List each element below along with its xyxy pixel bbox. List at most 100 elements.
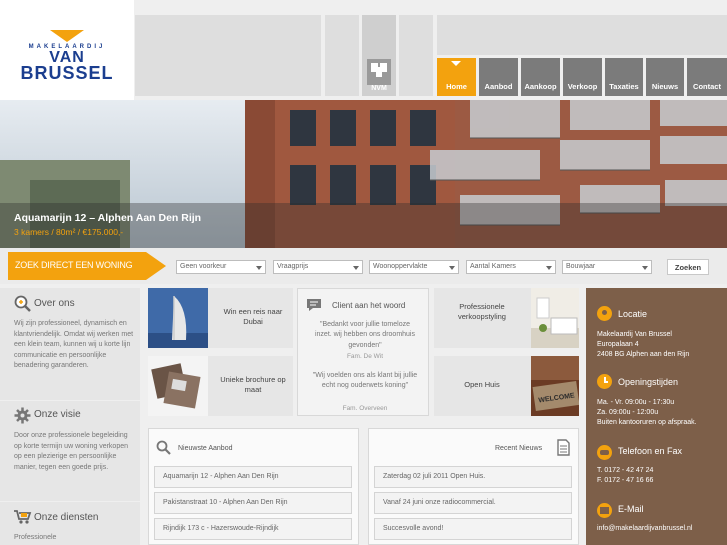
nav-contact-label: Contact <box>693 82 721 91</box>
location-pin-icon <box>597 306 612 321</box>
nav-verkoop-label: Verkoop <box>567 82 598 91</box>
reis-tile[interactable]: Win een reis naar Dubai <box>148 288 293 348</box>
onze-visie-title: Onze visie <box>34 409 81 420</box>
onze-diensten-card: Onze diensten Professionele <box>0 502 140 545</box>
nav-aankoop-label: Aankoop <box>524 82 557 91</box>
styling-label: Professionele verkoopstyling <box>458 302 506 321</box>
magnifier-icon <box>14 295 31 312</box>
search-button[interactable]: Zoeken <box>667 259 709 275</box>
search-year-select[interactable]: Bouwjaar <box>562 260 652 274</box>
client-author-2: Fam. Overveen <box>342 405 388 412</box>
nav-taxaties-label: Taxaties <box>609 82 639 91</box>
search-rooms-value: Aantal Kamers <box>470 263 516 270</box>
clock-icon <box>597 374 612 389</box>
nav-aanbod-label: Aanbod <box>484 82 513 91</box>
nav-active-indicator <box>451 61 461 66</box>
nvm-label: NVM <box>371 85 387 92</box>
nav-aankoop[interactable]: Aankoop <box>521 58 560 96</box>
over-ons-text: Wij zijn professioneel, dynamisch en kla… <box>14 320 134 370</box>
hero-image[interactable]: Aquamarijn 12 – Alphen Aan Den Rijn 3 ka… <box>0 100 727 248</box>
telephone-icon <box>597 445 612 460</box>
speech-bubble-icon <box>307 299 321 311</box>
dubai-hotel-photo <box>148 288 208 348</box>
search-price-value: Vraagprijs <box>277 263 309 270</box>
nav-nieuws-label: Nieuws <box>651 82 679 91</box>
gear-icon <box>14 407 31 424</box>
nav-taxaties[interactable]: Taxaties <box>605 58 643 96</box>
search-heading: ZOEK DIRECT EEN WONING <box>15 260 133 270</box>
over-ons-title: Over ons <box>34 298 75 309</box>
openingstijden-line: Buiten kantooruren op afspraak. <box>597 419 697 426</box>
nav-aanbod[interactable]: Aanbod <box>479 58 518 96</box>
aanbod-item[interactable]: Pakistanstraat 10 - Alphen Aan Den Rijn <box>154 492 352 514</box>
openingstijden-line: Za. 09:00u - 12:00u <box>597 409 659 416</box>
header-banner <box>135 15 321 96</box>
client-quote-1: "Bedankt voor jullie tomeloze inzet. wij… <box>314 321 415 349</box>
nvm-logo-icon <box>367 59 391 85</box>
search-type-value: Geen voorkeur <box>180 263 227 270</box>
search-price-select[interactable]: Vraagprijs <box>273 260 363 274</box>
brochure-label: Unieke brochure op maat <box>220 375 286 394</box>
nav-contact[interactable]: Contact <box>687 58 727 96</box>
reis-label: Win een reis naar Dubai <box>223 307 283 326</box>
nav-verkoop[interactable]: Verkoop <box>563 58 602 96</box>
aanbod-item[interactable]: Aquamarijn 12 - Alphen Aan Den Rijn <box>154 466 352 488</box>
logo-name-line2: BRUSSEL <box>20 63 114 83</box>
client-title: Client aan het woord <box>332 301 406 310</box>
search-year-value: Bouwjaar <box>566 263 596 270</box>
locatie-title: Locatie <box>618 309 648 319</box>
document-icon <box>557 439 570 456</box>
nieuws-item[interactable]: Succesvolle avond! <box>374 518 572 540</box>
logo-roof <box>50 30 84 42</box>
nieuws-title: Recent Nieuws <box>495 445 543 452</box>
styled-interior-photo <box>531 288 579 348</box>
client-author-1: Fam. De Wit <box>346 353 384 360</box>
contact-sidebar: Locatie Makelaardij Van Brussel Europala… <box>586 288 727 545</box>
hero-title: Aquamarijn 12 – Alphen Aan Den Rijn <box>14 212 202 224</box>
header-block-2 <box>399 15 433 96</box>
header-block-3 <box>437 15 727 55</box>
email-title: E-Mail <box>618 504 644 514</box>
aanbod-item[interactable]: Rijndijk 173 c - Hazerswoude-Rijndijk <box>154 518 352 540</box>
openingstijden-title: Openingstijden <box>618 377 679 387</box>
telefoon-title: Telefoon en Fax <box>618 446 683 456</box>
onze-visie-card: Onze visie Door onze professionele begel… <box>0 401 140 501</box>
welcome-mat-photo: WELCOME <box>531 356 579 416</box>
logo[interactable]: MAKELAARDIJ VAN BRUSSEL <box>0 0 134 100</box>
email-address[interactable]: info@makelaardijvanbrussel.nl <box>597 524 692 534</box>
nav-home-label: Home <box>446 82 467 91</box>
nieuws-item[interactable]: Zaterdag 02 juli 2011 Open Huis. <box>374 466 572 488</box>
header-block-1 <box>325 15 359 96</box>
magnifier-icon <box>156 440 171 455</box>
search-area-select[interactable]: Woonoppervlakte <box>369 260 459 274</box>
nvm-badge[interactable]: NVM <box>362 15 396 96</box>
locatie-line: Makelaardij Van Brussel <box>597 331 672 338</box>
search-type-select[interactable]: Geen voorkeur <box>176 260 266 274</box>
open-huis-tile[interactable]: Open Huis WELCOME <box>434 356 579 416</box>
onze-visie-text: Door onze professionele begeleiding op k… <box>14 432 129 471</box>
aanbod-title: Nieuwste Aanbod <box>178 445 233 452</box>
locatie-line: Europalaan 4 <box>597 341 639 348</box>
brochure-photo <box>148 356 208 416</box>
locatie-line: 2408 BG Alphen aan den Rijn <box>597 351 690 358</box>
nieuws-item[interactable]: Vanaf 24 juni onze radiocommercial. <box>374 492 572 514</box>
styling-tile[interactable]: Professionele verkoopstyling <box>434 288 579 348</box>
envelope-icon <box>597 503 612 518</box>
cart-icon <box>14 510 32 524</box>
over-ons-card: Over ons Wij zijn professioneel, dynamis… <box>0 288 140 400</box>
client-box: Client aan het woord "Bedankt voor julli… <box>297 288 429 416</box>
telefoon-line: T. 0172 - 42 47 24 <box>597 467 654 474</box>
hero-subtitle: 3 kamers / 80m² / €175.000,- <box>14 227 124 237</box>
fax-line: F. 0172 - 47 16 66 <box>597 477 654 484</box>
client-quote-2: "Wij voelden ons als klant bij jullie ec… <box>312 372 418 390</box>
open-huis-label: Open Huis <box>464 380 500 389</box>
apartment-building-photo <box>0 100 727 248</box>
search-heading-arrow <box>146 252 166 280</box>
nav-nieuws[interactable]: Nieuws <box>646 58 684 96</box>
onze-diensten-text: Professionele <box>14 534 57 541</box>
openingstijden-line: Ma. - Vr. 09:00u - 17:30u <box>597 399 675 406</box>
search-rooms-select[interactable]: Aantal Kamers <box>466 260 556 274</box>
search-area-value: Woonoppervlakte <box>373 263 428 270</box>
brochure-tile[interactable]: Unieke brochure op maat <box>148 356 293 416</box>
onze-diensten-title: Onze diensten <box>34 512 99 523</box>
